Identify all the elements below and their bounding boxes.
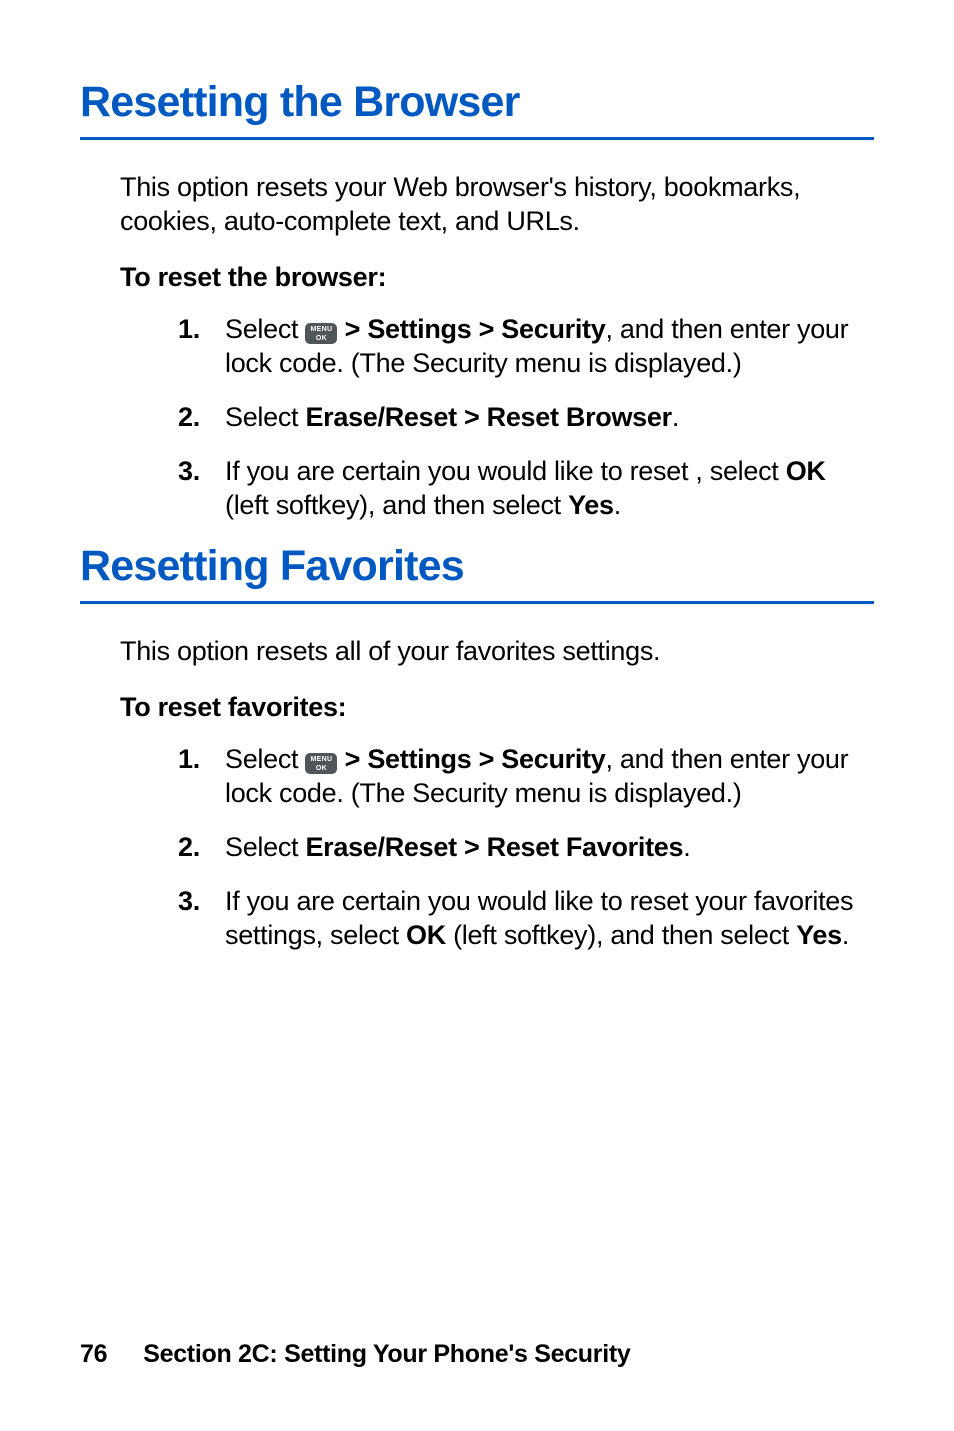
subheading-reset-favorites: To reset favorites: bbox=[120, 690, 874, 724]
subheading-reset-browser: To reset the browser: bbox=[120, 260, 874, 294]
step-text-bold: Yes bbox=[796, 920, 842, 950]
paragraph-intro-browser: This option resets your Web browser's hi… bbox=[120, 170, 874, 238]
step-text-bold: Erase/Reset > Reset Browser bbox=[305, 402, 671, 432]
step-1: Select MENUOK > Settings > Security, and… bbox=[178, 742, 874, 810]
page-footer: 76 Section 2C: Setting Your Phone's Secur… bbox=[80, 1340, 630, 1369]
step-text-bold: Erase/Reset > Reset Favorites bbox=[305, 832, 683, 862]
menu-ok-icon: MENUOK bbox=[305, 753, 337, 774]
section-label: Section 2C: Setting Your Phone's Securit… bbox=[143, 1340, 630, 1368]
step-2: Select Erase/Reset > Reset Browser. bbox=[178, 400, 874, 434]
page: Resetting the Browser This option resets… bbox=[0, 0, 954, 1431]
step-text-bold: Yes bbox=[568, 490, 614, 520]
step-text-bold: OK bbox=[406, 920, 446, 950]
step-2: Select Erase/Reset > Reset Favorites. bbox=[178, 830, 874, 864]
steps-reset-favorites: Select MENUOK > Settings > Security, and… bbox=[80, 742, 874, 952]
steps-reset-browser: Select MENUOK > Settings > Security, and… bbox=[80, 312, 874, 522]
paragraph-intro-favorites: This option resets all of your favorites… bbox=[120, 634, 874, 668]
page-number: 76 bbox=[80, 1340, 107, 1369]
step-text: . bbox=[683, 832, 690, 862]
step-text: . bbox=[614, 490, 621, 520]
step-text-bold: OK bbox=[786, 456, 826, 486]
step-text: Select bbox=[225, 402, 305, 432]
step-text: (left softkey), and then select bbox=[446, 920, 796, 950]
step-text: Select bbox=[225, 744, 305, 774]
heading-resetting-favorites: Resetting Favorites bbox=[80, 542, 874, 604]
step-1: Select MENUOK > Settings > Security, and… bbox=[178, 312, 874, 380]
step-text-bold: > Settings > Security bbox=[337, 744, 605, 774]
step-text: (left softkey), and then select bbox=[225, 490, 568, 520]
step-text: . bbox=[842, 920, 849, 950]
step-3: If you are certain you would like to res… bbox=[178, 454, 874, 522]
menu-ok-icon: MENUOK bbox=[305, 323, 337, 344]
step-text: If you are certain you would like to res… bbox=[225, 456, 786, 486]
step-3: If you are certain you would like to res… bbox=[178, 884, 874, 952]
heading-resetting-browser: Resetting the Browser bbox=[80, 78, 874, 140]
step-text: Select bbox=[225, 314, 305, 344]
step-text: Select bbox=[225, 832, 305, 862]
step-text: . bbox=[672, 402, 679, 432]
step-text-bold: > Settings > Security bbox=[337, 314, 605, 344]
